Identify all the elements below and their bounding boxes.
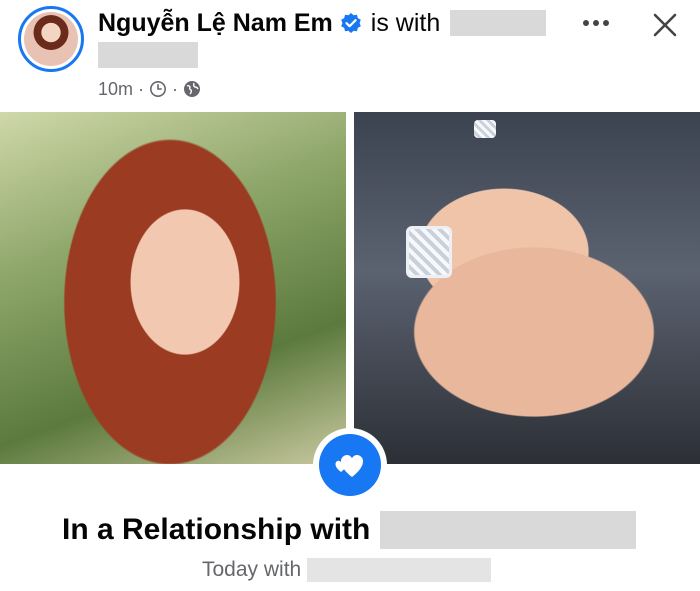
author-name[interactable]: Nguyễn Lệ Nam Em: [98, 9, 333, 38]
globe-icon[interactable]: [183, 80, 201, 98]
post-meta: 10m · ·: [98, 78, 201, 100]
hearts-icon: [319, 434, 381, 496]
author-line: Nguyễn Lệ Nam Em is with: [98, 8, 547, 38]
verified-badge-icon: [340, 12, 362, 34]
redacted-tagged-name: [450, 10, 547, 36]
more-dots-icon: [583, 20, 589, 26]
close-button[interactable]: [650, 10, 680, 40]
meta-separator: ·: [138, 78, 145, 99]
life-event-subtitle: Today with: [202, 558, 302, 581]
post-time[interactable]: 10m: [98, 79, 133, 100]
redacted-partner-name: [380, 511, 637, 549]
more-dots-icon-dot-2: [593, 20, 599, 26]
clock-icon: [149, 80, 167, 98]
relationship-badge: [313, 428, 387, 502]
with-text: is with: [370, 8, 441, 37]
avatar-photo: [24, 12, 78, 66]
author-avatar[interactable]: [18, 6, 84, 72]
redacted-subtitle-name: [307, 558, 492, 582]
engagement-ring: [406, 226, 452, 278]
meta-separator-2: ·: [172, 78, 179, 99]
life-event-title: In a Relationship with: [62, 513, 371, 546]
more-dots-icon-dot-3: [603, 20, 609, 26]
redacted-tagged-name-continued: [98, 42, 198, 68]
more-options-button[interactable]: [578, 10, 614, 36]
close-icon: [653, 13, 677, 37]
holding-hands-ring-photo[interactable]: [354, 112, 700, 464]
life-event-subtitle-line: Today with: [202, 556, 492, 584]
post-header: Nguyễn Lệ Nam Em is with 10m · ·: [0, 0, 700, 108]
second-ring: [474, 120, 496, 138]
portrait-photo[interactable]: [0, 112, 346, 464]
photo-divider: [346, 112, 354, 464]
life-event-title-line: In a Relationship with: [62, 510, 637, 550]
